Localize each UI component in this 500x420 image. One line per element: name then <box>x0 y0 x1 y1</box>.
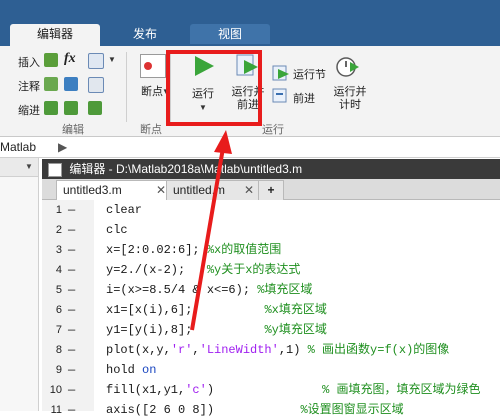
annotation-arrow-layer <box>190 130 232 331</box>
annotation-arrow <box>190 147 225 331</box>
annotation-arrowhead <box>214 130 232 154</box>
